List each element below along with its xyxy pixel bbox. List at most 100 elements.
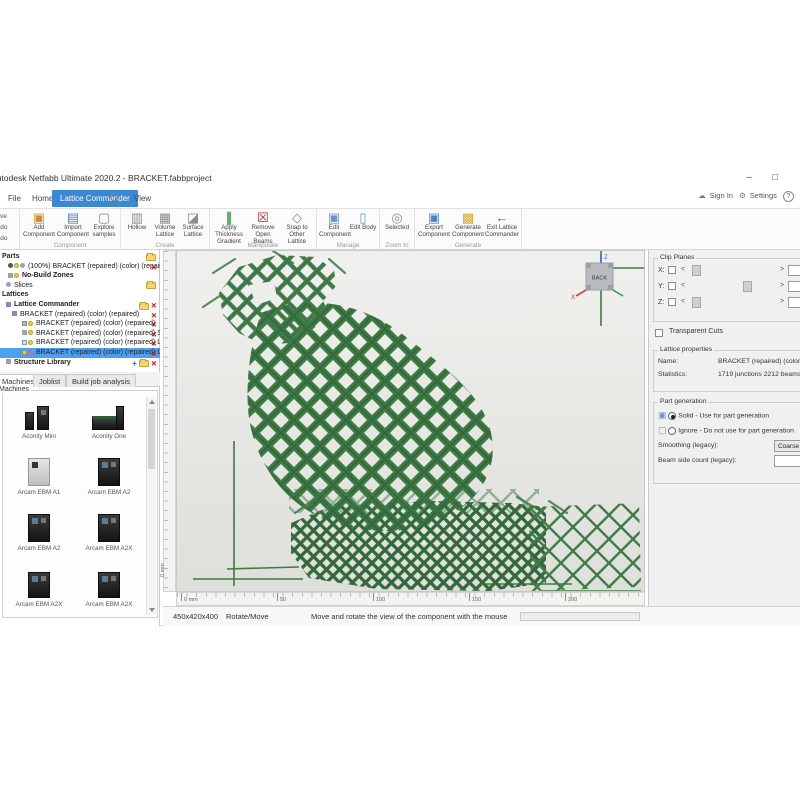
delete-icon[interactable]: ✕ <box>151 349 157 358</box>
tree-row-structure-library[interactable]: Structure Library + ✕ <box>0 358 160 368</box>
tree-row-no-build-zones[interactable]: No-Build Zones <box>0 271 160 281</box>
search-icon[interactable] <box>110 193 122 205</box>
folder-icon[interactable] <box>139 360 149 367</box>
sign-in-button[interactable]: Sign In <box>710 191 733 200</box>
tab-joblist[interactable]: Joblist <box>33 374 66 387</box>
clip-y-checkbox[interactable] <box>668 282 676 290</box>
machine-item[interactable]: Arcam EBM A2X <box>76 566 142 615</box>
minimize-button[interactable]: – <box>742 172 756 183</box>
tree-row-part[interactable]: (100%) BRACKET (repaired) (color) (repai… <box>0 262 160 272</box>
clip-z-checkbox[interactable] <box>668 298 676 306</box>
visibility-bulb-icon[interactable] <box>28 330 33 335</box>
help-button[interactable]: ? <box>783 191 794 202</box>
folder-icon[interactable] <box>139 303 149 310</box>
axis-z-label: Z <box>604 255 608 261</box>
surface-lattice-button[interactable]: ◪Surface Lattice <box>179 210 207 240</box>
tree-row-bracket-parent[interactable]: BRACKET (repaired) (color) (repaired) ✕ <box>0 310 160 320</box>
clip-x-checkbox[interactable] <box>668 266 676 274</box>
machine-item[interactable]: Arcam EBM A2 <box>76 454 142 508</box>
folder-icon[interactable] <box>146 254 156 261</box>
clip-x-right-arrow[interactable]: > <box>780 266 784 273</box>
clip-z-right-arrow[interactable]: > <box>780 298 784 305</box>
clip-x-slider[interactable] <box>690 265 776 276</box>
machine-item[interactable]: Aconity Mini <box>6 398 72 452</box>
exit-lattice-commander-button[interactable]: ←Exit Lattice Commander <box>485 210 519 240</box>
export-component-button[interactable]: ▣Export Component <box>417 210 451 240</box>
volume-lattice-button[interactable]: ▦Volume Lattice <box>151 210 179 240</box>
machine-item[interactable]: Arcam EBM A2X <box>76 510 142 564</box>
smoothing-dropdown[interactable]: Coarse <box>774 440 800 452</box>
tree-row-bracket-lattice-selected[interactable]: BRACKET (repaired) (color) (repaired) La… <box>0 348 160 358</box>
explore-samples-button[interactable]: ▢Explore samples <box>90 210 118 240</box>
tree-row-bracket-skin[interactable]: BRACKET (repaired) (color) (repaired) Sk… <box>0 329 160 339</box>
scroll-down-icon[interactable] <box>149 608 155 612</box>
delete-icon[interactable]: ✕ <box>151 311 157 320</box>
visibility-bulb-icon[interactable] <box>14 263 19 268</box>
apply-thickness-gradient-button[interactable]: ∥Apply Thickness Gradient <box>212 210 246 240</box>
clip-y-label: Y: <box>658 283 664 290</box>
zoom-selected-button[interactable]: ◎Selected <box>382 210 412 240</box>
machine-item[interactable]: Aconity One <box>76 398 142 452</box>
generate-component-button[interactable]: ▩Generate Component <box>451 210 485 240</box>
delete-icon[interactable]: ✕ <box>151 320 157 329</box>
visibility-bulb-icon[interactable] <box>22 350 27 355</box>
visibility-bulb-icon[interactable] <box>28 340 33 345</box>
clip-y-right-arrow[interactable]: > <box>780 282 784 289</box>
tree-row-bracket-child[interactable]: BRACKET (repaired) (color) (repaired) ✕ <box>0 319 160 329</box>
solid-option[interactable]: ▣ Solid - Use for part generation <box>654 408 800 423</box>
redo-button[interactable]: Redo <box>0 233 19 244</box>
clip-z-left-arrow[interactable]: < <box>681 298 685 305</box>
status-bar: 450x420x400 Rotate/Move Move and rotate … <box>163 606 800 626</box>
tree-row-lattice-commander[interactable]: Lattice Commander ✕ <box>0 300 160 310</box>
folder-icon[interactable] <box>146 282 156 289</box>
import-component-button[interactable]: ▤Import Component <box>56 210 90 240</box>
machines-scrollbar[interactable] <box>146 397 156 615</box>
clip-x-value[interactable]: 0 <box>788 265 800 276</box>
tree-row-bracket-lattice[interactable]: BRACKET (repaired) (color) (repaired) La… <box>0 338 160 348</box>
scroll-thumb[interactable] <box>148 409 155 469</box>
ignore-radio[interactable] <box>668 427 676 435</box>
ignore-option[interactable]: ▢ Ignore - Do not use for part generatio… <box>654 423 800 438</box>
undo-button[interactable]: Undo <box>0 222 19 233</box>
delete-icon[interactable]: ✕ <box>151 359 157 368</box>
edit-body-button[interactable]: ▯Edit Body <box>349 210 377 240</box>
clip-y-slider[interactable] <box>690 281 776 292</box>
clip-z-value[interactable]: 0 <box>788 297 800 308</box>
3d-canvas[interactable]: Z BACK X <box>176 250 645 592</box>
clip-z-slider[interactable] <box>690 297 776 308</box>
remove-open-beams-button[interactable]: ☒Remove Open Beams <box>246 210 280 240</box>
delete-icon[interactable]: ✕ <box>151 339 157 348</box>
visibility-bulb-icon[interactable] <box>28 321 33 326</box>
machine-item[interactable]: Arcam EBM A2X <box>6 566 72 615</box>
machine-thumbnail <box>20 568 58 600</box>
beam-side-count-input[interactable] <box>774 455 800 467</box>
tree-row-parts[interactable]: Parts <box>0 252 160 262</box>
delete-icon[interactable]: ✕ <box>151 330 157 339</box>
delete-icon[interactable]: ✕ <box>151 301 157 310</box>
visibility-bulb-icon[interactable] <box>14 273 19 278</box>
hollow-button[interactable]: ▥Hollow <box>123 210 151 240</box>
snap-to-other-lattice-button[interactable]: ◇Snap to Other Lattice <box>280 210 314 240</box>
clip-x-left-arrow[interactable]: < <box>681 266 685 273</box>
save-button[interactable]: Save <box>0 211 19 222</box>
edit-component-button[interactable]: ▣Edit Component <box>319 210 349 240</box>
machine-item[interactable]: Arcam EBM A1 <box>6 454 72 508</box>
solid-radio[interactable] <box>668 412 676 420</box>
tree-row-lattices[interactable]: Lattices <box>0 290 160 300</box>
delete-icon[interactable]: ✕ <box>151 263 157 272</box>
clip-y-value[interactable]: 204 <box>788 281 800 292</box>
add-icon[interactable]: + <box>132 359 137 368</box>
scroll-up-icon[interactable] <box>149 400 155 404</box>
maximize-button[interactable]: □ <box>768 172 782 183</box>
slices-icon <box>6 282 11 287</box>
tab-view[interactable]: View <box>126 190 159 207</box>
transparent-cuts-checkbox[interactable] <box>655 329 663 337</box>
tab-build-job-analysis[interactable]: Build job analysis <box>66 374 136 387</box>
ruler-label-100: 100 <box>376 597 385 603</box>
tree-row-slices[interactable]: Slices <box>0 281 160 291</box>
settings-button[interactable]: Settings <box>750 191 777 200</box>
machine-item[interactable]: Arcam EBM A2 <box>6 510 72 564</box>
tab-lattice-commander[interactable]: Lattice Commander <box>52 190 138 207</box>
add-component-button[interactable]: ▣Add Component <box>22 210 56 240</box>
clip-y-left-arrow[interactable]: < <box>681 282 685 289</box>
